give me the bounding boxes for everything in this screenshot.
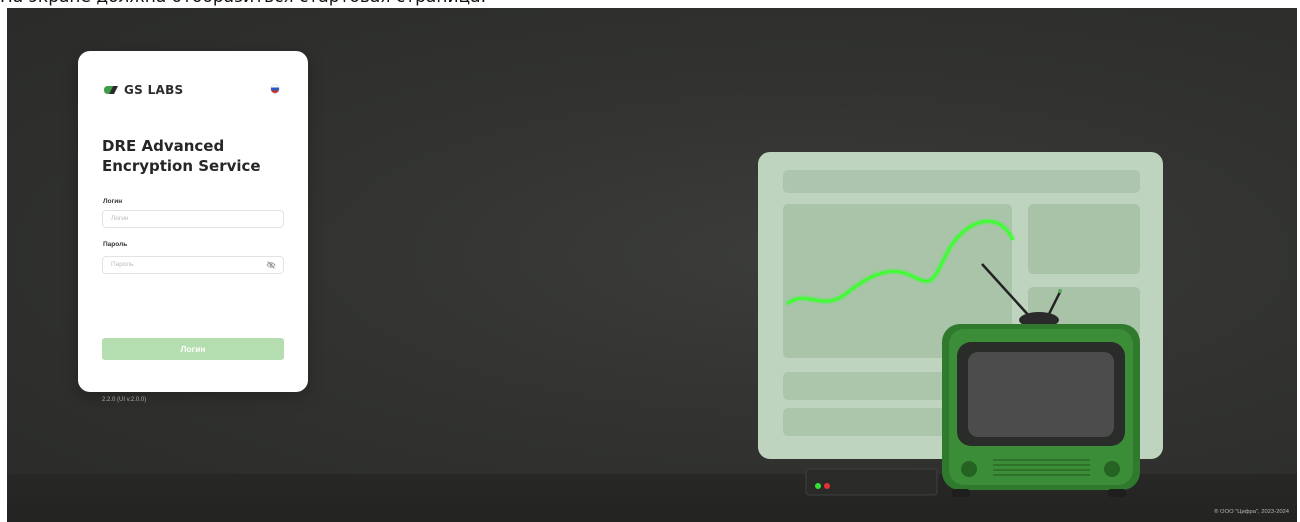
eye-off-icon[interactable] bbox=[266, 261, 276, 269]
gs-labs-logo-icon bbox=[104, 86, 118, 94]
document-caption: На экране должна отобразиться стартовая … bbox=[0, 0, 1300, 8]
login-card: GS LABS DRE Advanced Encryption Service … bbox=[78, 51, 308, 403]
copyright-text: ® ООО "Цифра", 2023-2024 bbox=[1214, 509, 1289, 515]
set-top-box bbox=[805, 468, 938, 496]
led-green bbox=[815, 483, 821, 489]
tv-knob-left bbox=[961, 461, 977, 477]
version-text: 2.2.0 (UI v.2.0.0) bbox=[102, 397, 147, 403]
brand-logo: GS LABS bbox=[103, 83, 184, 97]
language-flag-icon[interactable] bbox=[271, 85, 279, 93]
login-button[interactable]: Логин bbox=[102, 338, 284, 360]
login-input[interactable]: Логин bbox=[102, 210, 284, 228]
brand-name: GS LABS bbox=[124, 83, 184, 97]
tv-screen bbox=[968, 352, 1114, 437]
title-line-2: Encryption Service bbox=[102, 157, 261, 175]
led-red bbox=[824, 483, 830, 489]
login-placeholder: Логин bbox=[111, 215, 129, 222]
tv-foot-right bbox=[1108, 489, 1126, 497]
tv-foot-left bbox=[952, 489, 970, 497]
title-line-1: DRE Advanced bbox=[102, 137, 225, 155]
password-placeholder: Пароль bbox=[111, 261, 134, 268]
page-title: DRE Advanced Encryption Service bbox=[102, 136, 292, 176]
login-label: Логин bbox=[103, 198, 123, 205]
password-input[interactable]: Пароль bbox=[102, 256, 284, 274]
board-tile-top bbox=[1028, 204, 1140, 274]
password-label: Пароль bbox=[103, 241, 128, 248]
board-header-bar bbox=[783, 170, 1140, 193]
login-screen: GS LABS DRE Advanced Encryption Service … bbox=[7, 8, 1297, 522]
tv-knob-right bbox=[1104, 461, 1120, 477]
